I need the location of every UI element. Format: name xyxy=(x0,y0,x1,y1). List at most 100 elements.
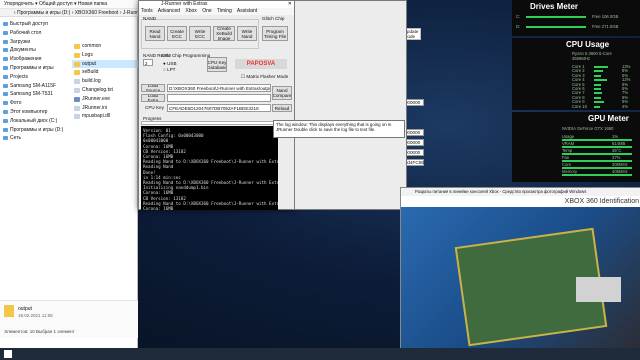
jrunner-title: J-Runner with Extras xyxy=(161,1,208,7)
program-timing-button[interactable]: Program Timing File xyxy=(262,26,288,41)
nav-item[interactable]: Samsung SM-T531 xyxy=(0,90,70,99)
drives-meter-title: Drives Meter xyxy=(530,2,579,11)
gpu-stat-bar xyxy=(562,174,632,176)
file-item[interactable]: common xyxy=(72,42,138,51)
breadcrumb[interactable]: ‹ Программы и игры (D:) › XBOX360 Freebo… xyxy=(0,9,138,17)
gpu-meter-title: GPU Meter xyxy=(588,114,629,123)
cpu-prog-label: CPU Chip Programming xyxy=(161,53,211,58)
preview-pane: output 19.02.2021 11:06 Элементов: 10 Вы… xyxy=(0,300,138,338)
file-explorer-window: Упорядочить ▾ Общий доступ ▾ Новая папка… xyxy=(0,0,138,348)
cpu-freq: 3599MHz xyxy=(572,56,590,61)
nand-group-label: NAND xyxy=(143,16,157,21)
jrunner-window: J-Runner with Extras ✕ Tools Advanced Xb… xyxy=(138,0,424,210)
core-bar xyxy=(594,88,601,90)
log-line: Corona: 16MB xyxy=(143,206,174,210)
core-bar xyxy=(594,92,603,95)
nav-item[interactable]: Фото xyxy=(0,99,70,108)
preview-date: 19.02.2021 11:06 xyxy=(18,313,53,318)
file-item[interactable]: output xyxy=(72,59,138,69)
gpu-stat-bar xyxy=(562,153,632,155)
photo-image xyxy=(401,207,640,349)
usb-radio[interactable]: ● USB xyxy=(163,61,177,66)
load-extra-button[interactable]: Load Extra xyxy=(141,94,165,102)
core-bar xyxy=(594,79,607,82)
gpu-name: NVIDIA GeForce GTX 1660 xyxy=(562,126,614,131)
gpu-stat-bar xyxy=(562,146,632,148)
gpu-meter-widget: GPU Meter NVIDIA GeForce GTX 1660 Usage 1… xyxy=(512,112,640,182)
drives-meter-widget: Drives Meter C: Free 106.0GB D: Free 271.0G… xyxy=(512,0,640,36)
folder-icon xyxy=(4,305,14,317)
photo-viewer-window: Разраты питания в линейке консолей Xbox … xyxy=(400,187,640,349)
nav-item[interactable]: Сеть xyxy=(0,134,70,143)
core-bar xyxy=(594,83,602,86)
core-bar xyxy=(594,74,601,77)
core-pct: 4% xyxy=(622,103,629,109)
core-bar xyxy=(594,105,600,108)
core-bar xyxy=(594,96,602,99)
cpu-key-label: CPU Key xyxy=(145,105,164,110)
extra-path-input[interactable] xyxy=(167,94,271,102)
drive-label: D: xyxy=(516,24,521,29)
create-xebuild-button[interactable]: Create XeBuild Image xyxy=(213,26,235,41)
jrunner-menu[interactable]: Tools Advanced Xbox One Timing Assistant xyxy=(139,8,294,15)
nav-item[interactable]: Projects xyxy=(0,73,70,82)
close-icon[interactable]: ✕ xyxy=(288,1,292,8)
start-icon[interactable] xyxy=(4,350,12,358)
explorer-toolbar[interactable]: Упорядочить ▾ Общий доступ ▾ Новая папка xyxy=(0,0,138,9)
core-bar xyxy=(594,66,608,68)
logo: PAPOSVA xyxy=(235,59,287,69)
jrunner-right-panel xyxy=(295,0,407,210)
nav-item[interactable]: Samsung SM-A115F xyxy=(0,82,70,91)
nav-item[interactable]: Быстрый доступ xyxy=(0,20,70,29)
write-nand-button[interactable]: Write Nand xyxy=(237,26,257,41)
write-ecc-button[interactable]: Write ECC xyxy=(189,26,211,41)
cpu-usage-title: CPU Usage xyxy=(566,40,610,49)
file-item[interactable]: JRunner.ini xyxy=(72,104,138,113)
photo-caption: XBOX 360 Identification xyxy=(401,196,640,207)
preview-name: output xyxy=(18,306,32,312)
file-list: common Logs output xeBuild build.log Changelo… xyxy=(72,42,138,121)
drive-info: Free 271.0GB xyxy=(592,24,619,29)
drive-bar xyxy=(526,26,586,28)
chip-image xyxy=(576,277,621,302)
file-item[interactable]: Logs xyxy=(72,51,138,60)
matrix-checkbox[interactable]: ☐ Matrix Flasher Mode xyxy=(241,74,288,79)
file-item[interactable]: build.log xyxy=(72,77,138,86)
nav-item[interactable]: Этот компьютер xyxy=(0,108,70,117)
nav-item[interactable]: Программы и игры (D:) xyxy=(0,126,70,135)
jrunner-titlebar: J-Runner with Extras ✕ xyxy=(139,1,294,8)
progress-bar xyxy=(141,121,278,125)
drive-info: Free 106.0GB xyxy=(592,14,619,19)
nav-item[interactable]: Документы xyxy=(0,46,70,55)
cpu-usage-widget: CPU Usage Ryzen 5 3600 6-Core 3599MHz Co… xyxy=(512,38,640,110)
nand-compare-button[interactable]: Nand Compare xyxy=(272,86,292,100)
drive-label: C: xyxy=(516,14,521,19)
load-source-button[interactable]: Load Source xyxy=(141,84,165,92)
source-path-input[interactable]: D:\XBOX360 Freeboot\J-Runner with Extras… xyxy=(167,84,271,92)
cpu-key-db-button[interactable]: CPU Key Database xyxy=(207,57,227,72)
nav-item[interactable]: Локальный диск (C:) xyxy=(0,117,70,126)
file-item[interactable]: JRunner.exe xyxy=(72,95,138,104)
nav-item[interactable]: Программы и игры xyxy=(0,64,70,73)
reload-button[interactable]: Reload xyxy=(272,104,292,112)
drive-bar xyxy=(526,16,586,18)
create-ecc-button[interactable]: Create ECC xyxy=(167,26,187,41)
photo-viewer-title: Разраты питания в линейке консолей Xbox … xyxy=(401,188,640,196)
explorer-nav-pane: Быстрый доступ Рабочий стол Загрузки Докуме… xyxy=(0,20,70,143)
taskbar xyxy=(0,348,640,360)
glitch-chip-label: Glitch Chip xyxy=(262,16,285,21)
lpt-radio[interactable]: ○ LPT xyxy=(163,67,176,72)
log-tooltip: The log window: This displays everything… xyxy=(273,120,405,138)
file-item[interactable]: mpusbapi.dll xyxy=(72,112,138,121)
read-nand-button[interactable]: Read Nand xyxy=(145,26,165,41)
nand-reads-input[interactable]: 2 xyxy=(143,59,153,66)
status-bar: Элементов: 10 Выбран 1 элемент xyxy=(4,329,75,334)
file-item[interactable]: xeBuild xyxy=(72,68,138,77)
nav-item[interactable]: Загрузки xyxy=(0,38,70,47)
nav-item[interactable]: Изображения xyxy=(0,55,70,64)
file-item[interactable]: Changelog.txt xyxy=(72,86,138,95)
core-bar xyxy=(594,70,604,73)
nav-item[interactable]: Рабочий стол xyxy=(0,29,70,38)
cpu-key-input[interactable]: CFEADE6D12047607DB7052AF1BDE3218 xyxy=(167,104,271,112)
log-window[interactable]: Version: 01 Flash Config: 0x00043000 0x000… xyxy=(141,126,278,210)
